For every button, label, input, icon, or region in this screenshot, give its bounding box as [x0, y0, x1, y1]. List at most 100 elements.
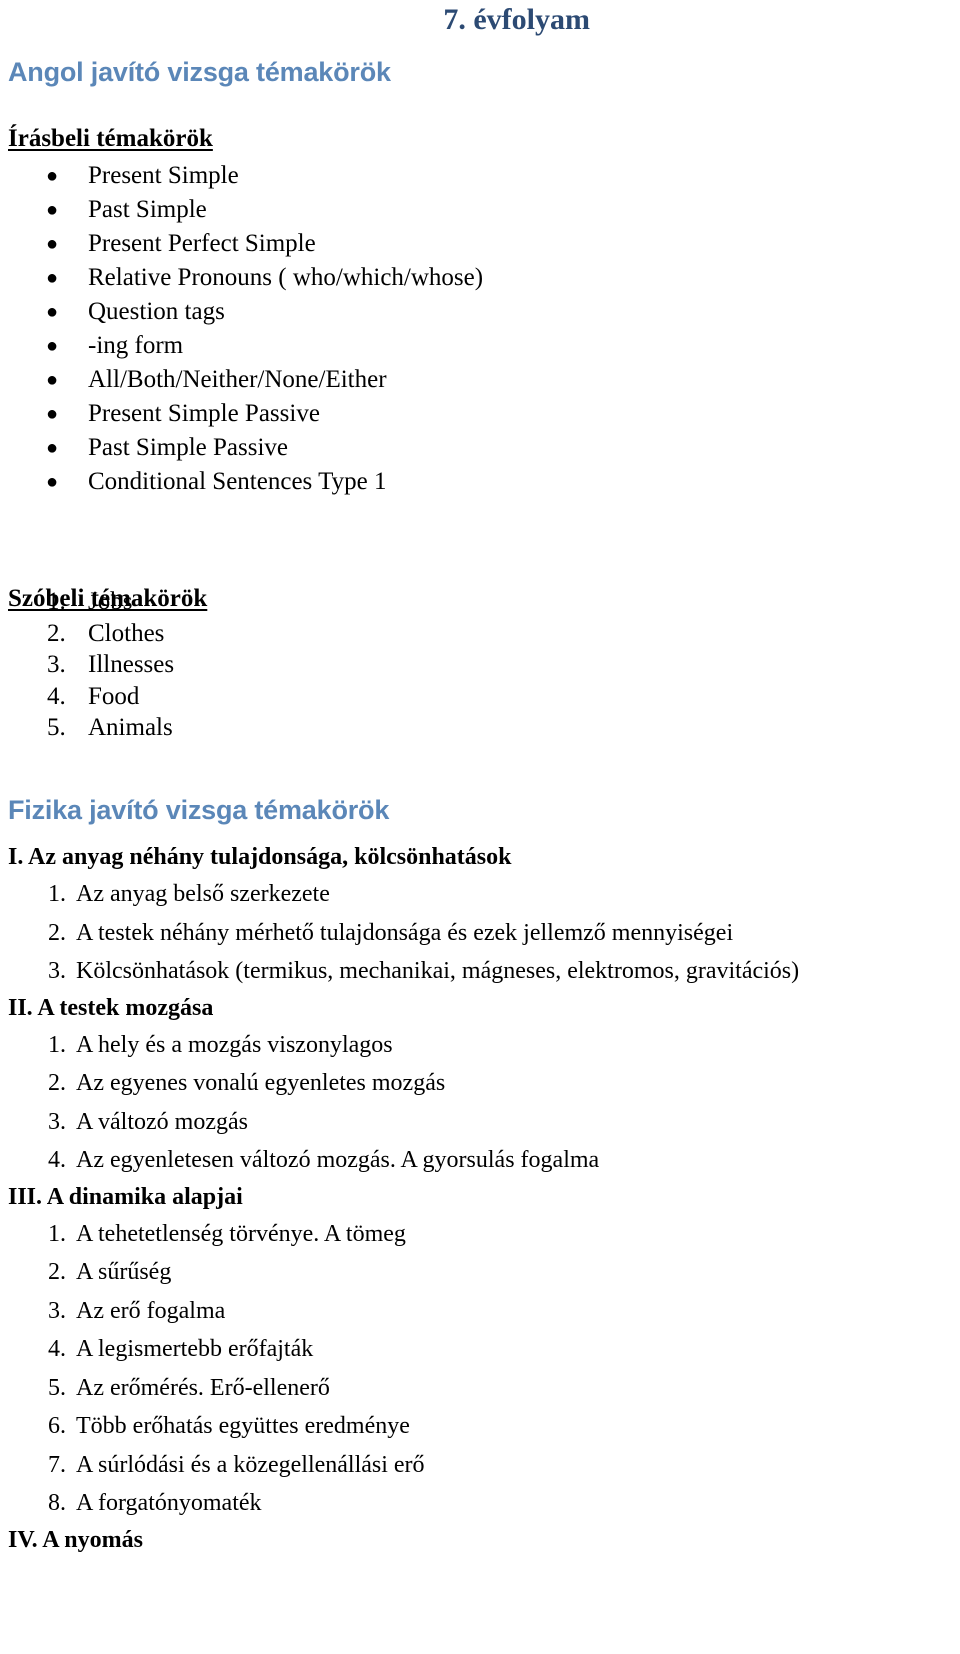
list-item-number: 3. [48, 958, 66, 984]
bullet-icon: ● [46, 335, 59, 357]
physics-section-title: A dinamika alapjai [46, 1183, 243, 1210]
physics-subitem-list: 1. A hely és a mozgás viszonylagos 2. Az eg… [0, 1026, 960, 1180]
list-item-label: All/Both/Neither/None/Either [88, 366, 387, 393]
list-item: 3. Az erő fogalma [0, 1292, 960, 1331]
physics-outline: I. Az anyag néhány tulajdonsága, kölcsön… [0, 840, 960, 1558]
list-item: ● -ing form [0, 329, 483, 363]
list-item: 2. A sűrűség [0, 1253, 960, 1292]
list-item-number: 8. [48, 1490, 66, 1516]
list-item-label: Több erőhatás együttes eredménye [76, 1413, 410, 1439]
grade-title: 7. évfolyam [443, 3, 590, 36]
list-item: ● Past Simple [0, 193, 483, 227]
list-item-label: Animals [88, 714, 173, 741]
bullet-icon: ● [46, 403, 59, 425]
list-item: ● Conditional Sentences Type 1 [0, 465, 483, 499]
document-page: 7. évfolyam Angol javító vizsga témakörö… [0, 0, 960, 1654]
list-item: 3. A változó mozgás [0, 1103, 960, 1142]
list-item: 8. A forgatónyomaték [0, 1484, 960, 1523]
list-item-number: 5. [48, 1374, 66, 1401]
physics-section-heading: III. A dinamika alapjai [0, 1180, 960, 1215]
list-item-label: Az egyenletesen változó mozgás. A gyorsu… [76, 1147, 600, 1173]
bullet-icon: ● [46, 369, 59, 391]
list-item-label: Question tags [88, 298, 225, 325]
list-item-number: 3. [48, 1297, 66, 1324]
list-item: 4. Food [0, 681, 174, 713]
list-item-label: Present Perfect Simple [88, 230, 316, 257]
list-item-label: Clothes [88, 619, 165, 647]
list-item-label: A súrlódási és a közegellenállási erő [76, 1451, 425, 1478]
list-item-label: Kölcsönhatások (termikus, mechanikai, má… [76, 958, 800, 984]
physics-section-number: III. [8, 1183, 43, 1210]
list-item: ● Present Simple [0, 159, 483, 193]
bullet-icon: ● [46, 199, 59, 221]
list-item: ● Question tags [0, 295, 483, 329]
list-item-number: 3. [47, 651, 66, 678]
list-item: 3. Illnesses [0, 649, 174, 681]
bullet-icon: ● [46, 471, 59, 493]
english-subject-heading: Angol javító vizsga témakörök [8, 57, 391, 87]
list-item: ● Present Simple Passive [0, 397, 483, 431]
list-item: 2. Az egyenes vonalú egyenletes mozgás [0, 1064, 960, 1103]
list-item-label: Present Simple Passive [88, 400, 320, 427]
list-item-number: 2. [48, 1259, 66, 1285]
list-item: 6. Több erőhatás együttes eredménye [0, 1407, 960, 1446]
list-item: 5. Animals [0, 712, 174, 744]
physics-section-number: I. [8, 844, 24, 870]
list-item-label: A tehetetlenség törvénye. A tömeg [76, 1220, 406, 1247]
list-item-number: 1. [47, 588, 66, 615]
bullet-icon: ● [46, 165, 59, 187]
bullet-icon: ● [46, 301, 59, 323]
list-item-label: A változó mozgás [76, 1108, 248, 1135]
list-item-label: Relative Pronouns ( who/which/whose) [88, 264, 484, 291]
list-item-label: Az erő fogalma [76, 1297, 226, 1324]
list-item-label: Az erőmérés. Erő-ellenerő [76, 1374, 330, 1401]
physics-section-heading: I. Az anyag néhány tulajdonsága, kölcsön… [0, 840, 960, 875]
physics-subject-heading: Fizika javító vizsga témakörök [8, 795, 390, 825]
list-item-number: 7. [48, 1451, 66, 1478]
list-item-number: 5. [47, 714, 66, 741]
list-item: 4. A legismertebb erőfajták [0, 1330, 960, 1369]
list-item-number: 4. [48, 1336, 66, 1362]
physics-section-title: A testek mozgása [37, 994, 214, 1021]
list-item-number: 1. [48, 1031, 66, 1058]
list-item-label: Az anyag belső szerkezete [76, 881, 330, 907]
list-item-label: A testek néhány mérhető tulajdonsága és … [76, 919, 734, 946]
list-item-number: 4. [47, 682, 66, 710]
physics-subitem-list: 1. Az anyag belső szerkezete 2. A testek né… [0, 875, 960, 991]
physics-subitem-list: 1. A tehetetlenség törvénye. A tömeg 2. A s… [0, 1215, 960, 1523]
physics-section-title: Az anyag néhány tulajdonsága, kölcsönhat… [28, 844, 512, 870]
list-item: 1. A tehetetlenség törvénye. A tömeg [0, 1215, 960, 1254]
list-item: 7. A súrlódási és a közegellenállási erő [0, 1446, 960, 1485]
list-item-number: 1. [48, 881, 66, 907]
bullet-icon: ● [46, 437, 59, 459]
physics-section-number: IV. [8, 1526, 38, 1553]
list-item: 2. A testek néhány mérhető tulajdonsága é… [0, 914, 960, 953]
list-item-label: Food [88, 682, 140, 710]
list-item: ● All/Both/Neither/None/Either [0, 363, 483, 397]
physics-section-number: II. [8, 994, 33, 1021]
physics-section-title: A nyomás [42, 1526, 143, 1553]
list-item: 1. Az anyag belső szerkezete [0, 875, 960, 914]
list-item: ● Past Simple Passive [0, 431, 483, 465]
list-item: 3. Kölcsönhatások (termikus, mechanikai, … [0, 952, 960, 991]
list-item-label: Past Simple Passive [88, 434, 289, 461]
list-item-label: Present Simple [88, 162, 239, 189]
list-item-number: 3. [48, 1108, 66, 1135]
bullet-icon: ● [46, 233, 59, 255]
list-item-label: A hely és a mozgás viszonylagos [76, 1031, 393, 1058]
list-item: 5. Az erőmérés. Erő-ellenerő [0, 1369, 960, 1408]
list-item-label: A forgatónyomaték [76, 1490, 262, 1516]
list-item: ● Relative Pronouns ( who/which/whose) [0, 261, 483, 295]
list-item: ● Present Perfect Simple [0, 227, 483, 261]
list-item-label: Past Simple [88, 196, 207, 223]
list-item-label: Az egyenes vonalú egyenletes mozgás [76, 1070, 446, 1096]
list-item: 4. Az egyenletesen változó mozgás. A gyor… [0, 1141, 960, 1180]
list-item-label: -ing form [88, 332, 184, 359]
list-item-label: Jobs [88, 588, 133, 615]
list-item-label: Illnesses [88, 651, 175, 678]
physics-section-heading: II. A testek mozgása [0, 991, 960, 1026]
physics-section-heading: IV. A nyomás [0, 1523, 960, 1558]
list-item-number: 4. [48, 1147, 66, 1173]
list-item-label: Conditional Sentences Type 1 [88, 468, 387, 495]
list-item-label: A legismertebb erőfajták [76, 1336, 314, 1362]
